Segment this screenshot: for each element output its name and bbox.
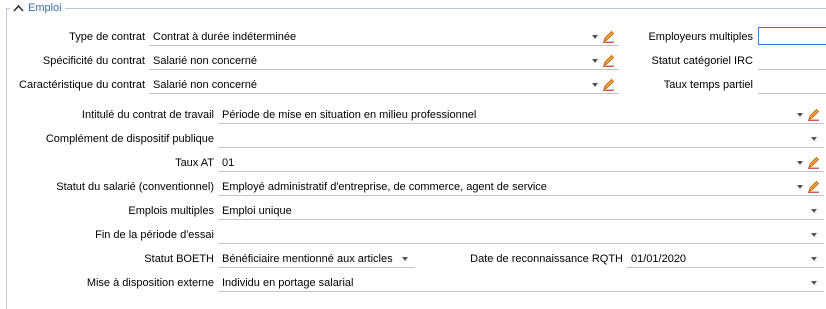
input-employeurs-multiples[interactable] bbox=[758, 27, 826, 45]
select-value: Individu en portage salarial bbox=[222, 277, 354, 289]
dropdown-arrow-icon[interactable] bbox=[811, 209, 817, 213]
chevron-up-icon[interactable] bbox=[13, 4, 24, 12]
edit-pencil-icon[interactable] bbox=[807, 156, 820, 169]
label-taux-at: Taux AT bbox=[175, 157, 214, 169]
label-employeurs-multiples: Employeurs multiples bbox=[648, 31, 753, 43]
dropdown-arrow-icon[interactable] bbox=[811, 281, 817, 285]
label-mise-a-disposition: Mise à disposition externe bbox=[86, 277, 214, 289]
input-statut-categoriel-irc[interactable] bbox=[758, 52, 826, 70]
dropdown-arrow-icon[interactable] bbox=[402, 257, 408, 261]
select-value: Employé administratif d'entreprise, de c… bbox=[222, 181, 547, 193]
select-date-rqth[interactable]: 01/01/2020 bbox=[627, 250, 824, 268]
edit-pencil-icon[interactable] bbox=[807, 108, 820, 121]
edit-pencil-icon[interactable] bbox=[602, 54, 615, 67]
dropdown-arrow-icon[interactable] bbox=[797, 113, 803, 117]
dropdown-arrow-icon[interactable] bbox=[592, 35, 598, 39]
select-taux-at[interactable]: 01 bbox=[218, 154, 824, 172]
select-value: Emploi unique bbox=[222, 205, 292, 217]
label-caracteristique-contrat: Caractéristique du contrat bbox=[19, 79, 145, 91]
select-complement-dispositif[interactable] bbox=[218, 130, 824, 148]
select-intitule-contrat[interactable]: Période de mise en situation en milieu p… bbox=[218, 106, 824, 124]
label-complement-dispositif: Complément de dispositif publique bbox=[45, 133, 214, 145]
dropdown-arrow-icon[interactable] bbox=[797, 161, 803, 165]
select-value: Salarié non concerné bbox=[153, 79, 257, 91]
label-intitule-contrat: Intitulé du contrat de travail bbox=[81, 109, 214, 121]
dropdown-arrow-icon[interactable] bbox=[811, 257, 817, 261]
dropdown-arrow-icon[interactable] bbox=[592, 59, 598, 63]
select-specificite-contrat[interactable]: Salarié non concerné bbox=[149, 52, 619, 70]
edit-pencil-icon[interactable] bbox=[602, 78, 615, 91]
select-statut-salarie[interactable]: Employé administratif d'entreprise, de c… bbox=[218, 178, 824, 196]
select-value: Salarié non concerné bbox=[153, 55, 257, 67]
label-statut-boeth: Statut BOETH bbox=[144, 253, 214, 265]
dropdown-arrow-icon[interactable] bbox=[811, 233, 817, 237]
select-type-contrat[interactable]: Contrat à durée indéterminée bbox=[149, 28, 619, 46]
select-mise-a-disposition[interactable]: Individu en portage salarial bbox=[218, 274, 824, 292]
select-value: Bénéficiaire mentionné aux articles L bbox=[222, 253, 394, 265]
label-statut-categoriel-irc: Statut catégoriel IRC bbox=[651, 55, 754, 67]
label-date-rqth: Date de reconnaissance RQTH bbox=[470, 253, 623, 265]
select-emplois-multiples[interactable]: Emploi unique bbox=[218, 202, 824, 220]
edit-pencil-icon[interactable] bbox=[807, 180, 820, 193]
select-value: 01 bbox=[222, 157, 235, 169]
label-type-contrat: Type de contrat bbox=[69, 31, 145, 43]
label-specificite-contrat: Spécificité du contrat bbox=[42, 55, 145, 67]
dropdown-arrow-icon[interactable] bbox=[811, 137, 817, 141]
dropdown-arrow-icon[interactable] bbox=[592, 83, 598, 87]
select-statut-boeth[interactable]: Bénéficiaire mentionné aux articles L bbox=[218, 250, 415, 268]
select-fin-periode-essai[interactable] bbox=[218, 226, 824, 244]
emploi-group-header[interactable]: Emploi bbox=[10, 0, 65, 16]
select-caracteristique-contrat[interactable]: Salarié non concerné bbox=[149, 76, 619, 94]
label-fin-periode-essai: Fin de la période d'essai bbox=[95, 229, 214, 241]
group-title: Emploi bbox=[28, 2, 62, 14]
select-value: Contrat à durée indéterminée bbox=[153, 31, 297, 43]
select-value: 01/01/2020 bbox=[631, 253, 687, 265]
select-value: Période de mise en situation en milieu p… bbox=[222, 109, 477, 121]
label-emplois-multiples: Emplois multiples bbox=[128, 205, 214, 217]
label-statut-salarie: Statut du salarié (conventionnel) bbox=[56, 181, 214, 193]
dropdown-arrow-icon[interactable] bbox=[797, 185, 803, 189]
label-taux-temps-partiel: Taux temps partiel bbox=[663, 79, 753, 91]
edit-pencil-icon[interactable] bbox=[602, 30, 615, 43]
input-taux-temps-partiel[interactable] bbox=[758, 76, 826, 94]
